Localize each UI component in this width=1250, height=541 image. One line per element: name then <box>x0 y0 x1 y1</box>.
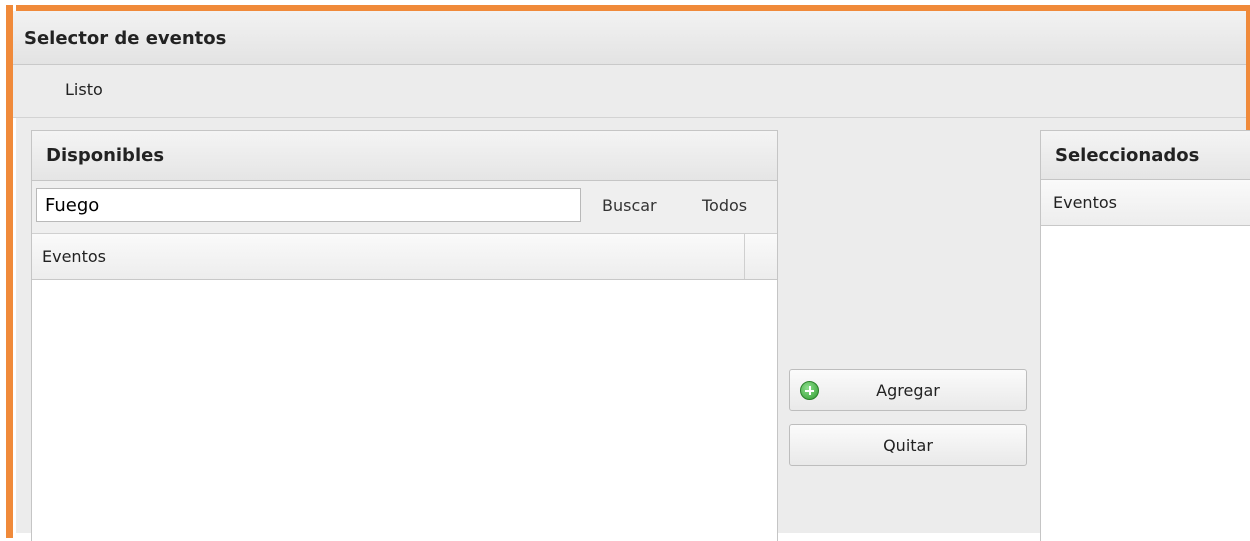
add-button-label: Agregar <box>876 381 940 400</box>
selected-grid-body[interactable] <box>1041 226 1250 541</box>
selected-column-label: Eventos <box>1053 193 1117 212</box>
window-title-bar: Selector de eventos <box>13 11 1246 65</box>
event-selector-window: Selector de eventos Listo Disponibles Bu… <box>0 0 1250 541</box>
available-grid-header: Eventos <box>32 234 777 280</box>
plus-circle-icon <box>800 381 819 400</box>
selected-grid-header: Eventos <box>1041 180 1250 226</box>
available-column-label: Eventos <box>42 247 106 266</box>
selected-panel: Seleccionados Eventos <box>1040 130 1250 541</box>
selected-column-events[interactable]: Eventos <box>1041 180 1250 225</box>
done-button[interactable]: Listo <box>57 78 111 102</box>
available-panel: Disponibles Buscar Todos Eventos <box>31 130 778 541</box>
selected-panel-title: Seleccionados <box>1055 145 1200 166</box>
search-row: Buscar Todos <box>32 181 777 234</box>
window-title: Selector de eventos <box>24 28 227 49</box>
remove-button[interactable]: Quitar <box>789 424 1027 466</box>
available-panel-title: Disponibles <box>46 145 165 166</box>
remove-button-label: Quitar <box>883 436 933 455</box>
toolbar: Listo <box>13 65 1246 118</box>
available-panel-header: Disponibles <box>32 131 777 181</box>
selected-panel-header: Seleccionados <box>1041 131 1250 180</box>
show-all-button[interactable]: Todos <box>702 194 747 218</box>
available-grid-body[interactable] <box>32 280 777 541</box>
available-column-events[interactable]: Eventos <box>32 234 745 279</box>
search-button[interactable]: Buscar <box>602 194 657 218</box>
search-input[interactable] <box>36 188 581 222</box>
add-button[interactable]: Agregar <box>789 369 1027 411</box>
